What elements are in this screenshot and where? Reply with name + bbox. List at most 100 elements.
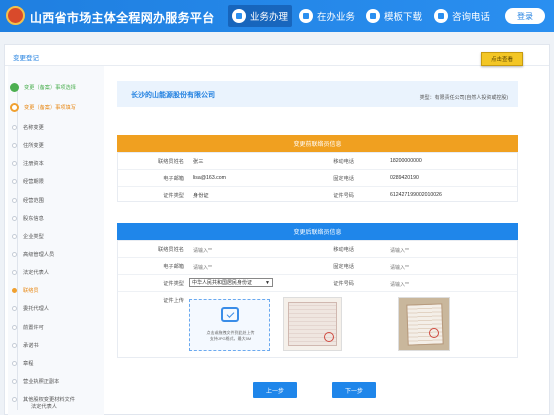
- upload-sub-text: 支持JPG格式，最大5M: [209, 336, 252, 341]
- step-label: 企业类型: [23, 234, 44, 240]
- page-title: 变更登记: [13, 55, 39, 62]
- clipboard-icon: [232, 9, 246, 23]
- step-item-other[interactable]: 其他股权变更材料文件: [12, 396, 75, 403]
- company-info-bar: 长沙的山能源股份有限公司 类型：有限责任公司(自然人投资或控股): [117, 81, 518, 107]
- step-label: 注册资本: [23, 161, 44, 167]
- email-value: lisa@163.com: [193, 175, 226, 181]
- nav-templates-label: 模板下载: [384, 12, 423, 23]
- top-header: 山西省市场主体全程网办服务平台 业务办理 在办业务 模板下载 咨询电话 登录: [0, 0, 554, 32]
- check-icon: [10, 83, 19, 92]
- current-step-icon: [10, 103, 19, 112]
- id-type-selected: 中华人民共和国居民身份证: [192, 280, 253, 286]
- id-number-input[interactable]: 请输入**: [390, 281, 409, 288]
- step-item-shareholders[interactable]: 股东信息: [12, 215, 44, 222]
- step-label: 营业执照正副本: [23, 379, 60, 385]
- row-divider: [118, 169, 517, 170]
- upload-icon: [221, 307, 239, 322]
- step-label: 变更（备案）事项填写: [24, 105, 76, 111]
- row-divider: [118, 257, 517, 258]
- before-section: 联络员姓名 张三 移动电话 18200000000 电子邮箱 lisa@163.…: [117, 152, 518, 202]
- step-item-capital[interactable]: 注册资本: [12, 160, 44, 167]
- field-label: 固定电话: [333, 264, 354, 270]
- step-dot-icon: [12, 198, 17, 203]
- step-label: 变更（备案）事项选择: [24, 85, 76, 91]
- upload-dropzone[interactable]: 点击或拖拽文件到此处上传 支持JPG格式，最大5M: [189, 299, 270, 351]
- step-sublabel: 法定代表人: [31, 404, 57, 410]
- nav-in-progress-label: 在办业务: [317, 12, 356, 23]
- nav-in-progress[interactable]: 在办业务: [295, 5, 359, 27]
- id-type-select[interactable]: 中华人民共和国居民身份证 ▼: [189, 278, 273, 287]
- nav-templates[interactable]: 模板下载: [362, 5, 426, 27]
- stamp-icon: [429, 328, 439, 338]
- step-label: 经营范围: [23, 198, 44, 204]
- field-label: 电子邮箱: [163, 176, 184, 182]
- upload-label: 证件上传: [163, 298, 184, 304]
- after-section-header: 变更后联络员信息: [117, 223, 518, 240]
- id-type-value: 身份证: [193, 193, 209, 199]
- step-item-type[interactable]: 企业类型: [12, 233, 44, 240]
- phone-input[interactable]: 请输入**: [390, 264, 409, 271]
- field-label: 证件号码: [333, 193, 354, 199]
- email-input[interactable]: 请输入**: [193, 264, 212, 271]
- view-materials-button[interactable]: 点击查看: [481, 52, 523, 66]
- step-item-managers[interactable]: 高级管理人员: [12, 251, 54, 258]
- step-item-permit[interactable]: 前置许可: [12, 324, 44, 331]
- phone-value: 0289420190: [390, 175, 419, 181]
- step-label: 法定代表人: [23, 270, 49, 276]
- nav-hotline[interactable]: 咨询电话: [430, 5, 494, 27]
- mobile-input[interactable]: 请输入**: [390, 247, 409, 254]
- step-dot-icon: [12, 161, 17, 166]
- step-label: 住所变更: [23, 143, 44, 149]
- liaison-name-input[interactable]: 请输入**: [193, 247, 212, 254]
- step-item-scope[interactable]: 经营范围: [12, 197, 44, 204]
- step-dot-icon: [12, 143, 17, 148]
- step-item-name[interactable]: 名称变更: [12, 124, 44, 131]
- step-label: 前置许可: [23, 325, 44, 331]
- mobile-value: 18200000000: [390, 158, 422, 164]
- step-item-charter[interactable]: 章程: [12, 360, 33, 367]
- step-dot-icon: [12, 361, 17, 366]
- nav-business[interactable]: 业务办理: [228, 5, 293, 27]
- document-icon: [299, 9, 313, 23]
- step-dot-icon: [12, 343, 17, 348]
- stamp-icon: [324, 332, 334, 342]
- login-button[interactable]: 登录: [505, 8, 545, 24]
- next-step-button[interactable]: 下一步: [332, 382, 376, 398]
- nav-business-label: 业务办理: [250, 12, 289, 23]
- document-photo: [406, 303, 444, 346]
- phone-icon: [434, 9, 448, 23]
- field-label: 移动电话: [333, 247, 354, 253]
- step-label: 高级管理人员: [23, 252, 55, 258]
- company-name: 长沙的山能源股份有限公司: [131, 92, 215, 99]
- step-item-agent[interactable]: 委托代理人: [12, 305, 49, 312]
- step-item-liaison[interactable]: 联络员: [12, 287, 39, 294]
- field-label: 联络员姓名: [158, 247, 184, 253]
- uploaded-photo-thumbnail[interactable]: [398, 297, 450, 351]
- nav-hotline-label: 咨询电话: [452, 12, 491, 23]
- uploaded-document-thumbnail[interactable]: [283, 297, 342, 351]
- row-divider: [118, 274, 517, 275]
- step-item-commitment[interactable]: 承诺书: [12, 342, 39, 349]
- row-divider: [118, 291, 517, 292]
- step-item-select[interactable]: 变更（备案）事项选择: [10, 83, 76, 92]
- step-item-fill[interactable]: 变更（备案）事项填写: [10, 103, 76, 112]
- step-dot-icon: [12, 306, 17, 311]
- step-dot-icon: [12, 325, 17, 330]
- step-label: 名称变更: [23, 125, 44, 131]
- step-label: 承诺书: [23, 343, 39, 349]
- step-dot-icon: [12, 234, 17, 239]
- upload-hint: 点击或拖拽文件到此处上传 支持JPG格式，最大5M: [192, 330, 269, 342]
- field-label: 移动电话: [333, 159, 354, 165]
- step-item-legal-rep[interactable]: 法定代表人: [12, 269, 49, 276]
- site-title: 山西省市场主体全程网办服务平台: [30, 11, 215, 25]
- step-item-license[interactable]: 营业执照正副本: [12, 378, 59, 385]
- step-item-term[interactable]: 经营期限: [12, 178, 44, 185]
- field-label: 电子邮箱: [163, 264, 184, 270]
- step-item-address[interactable]: 住所变更: [12, 142, 44, 149]
- step-dot-icon: [12, 216, 17, 221]
- prev-step-button[interactable]: 上一步: [253, 382, 297, 398]
- row-divider: [118, 186, 517, 187]
- step-dot-icon: [12, 125, 17, 130]
- step-label: 其他股权变更材料文件: [23, 397, 75, 403]
- step-dot-icon: [12, 270, 17, 275]
